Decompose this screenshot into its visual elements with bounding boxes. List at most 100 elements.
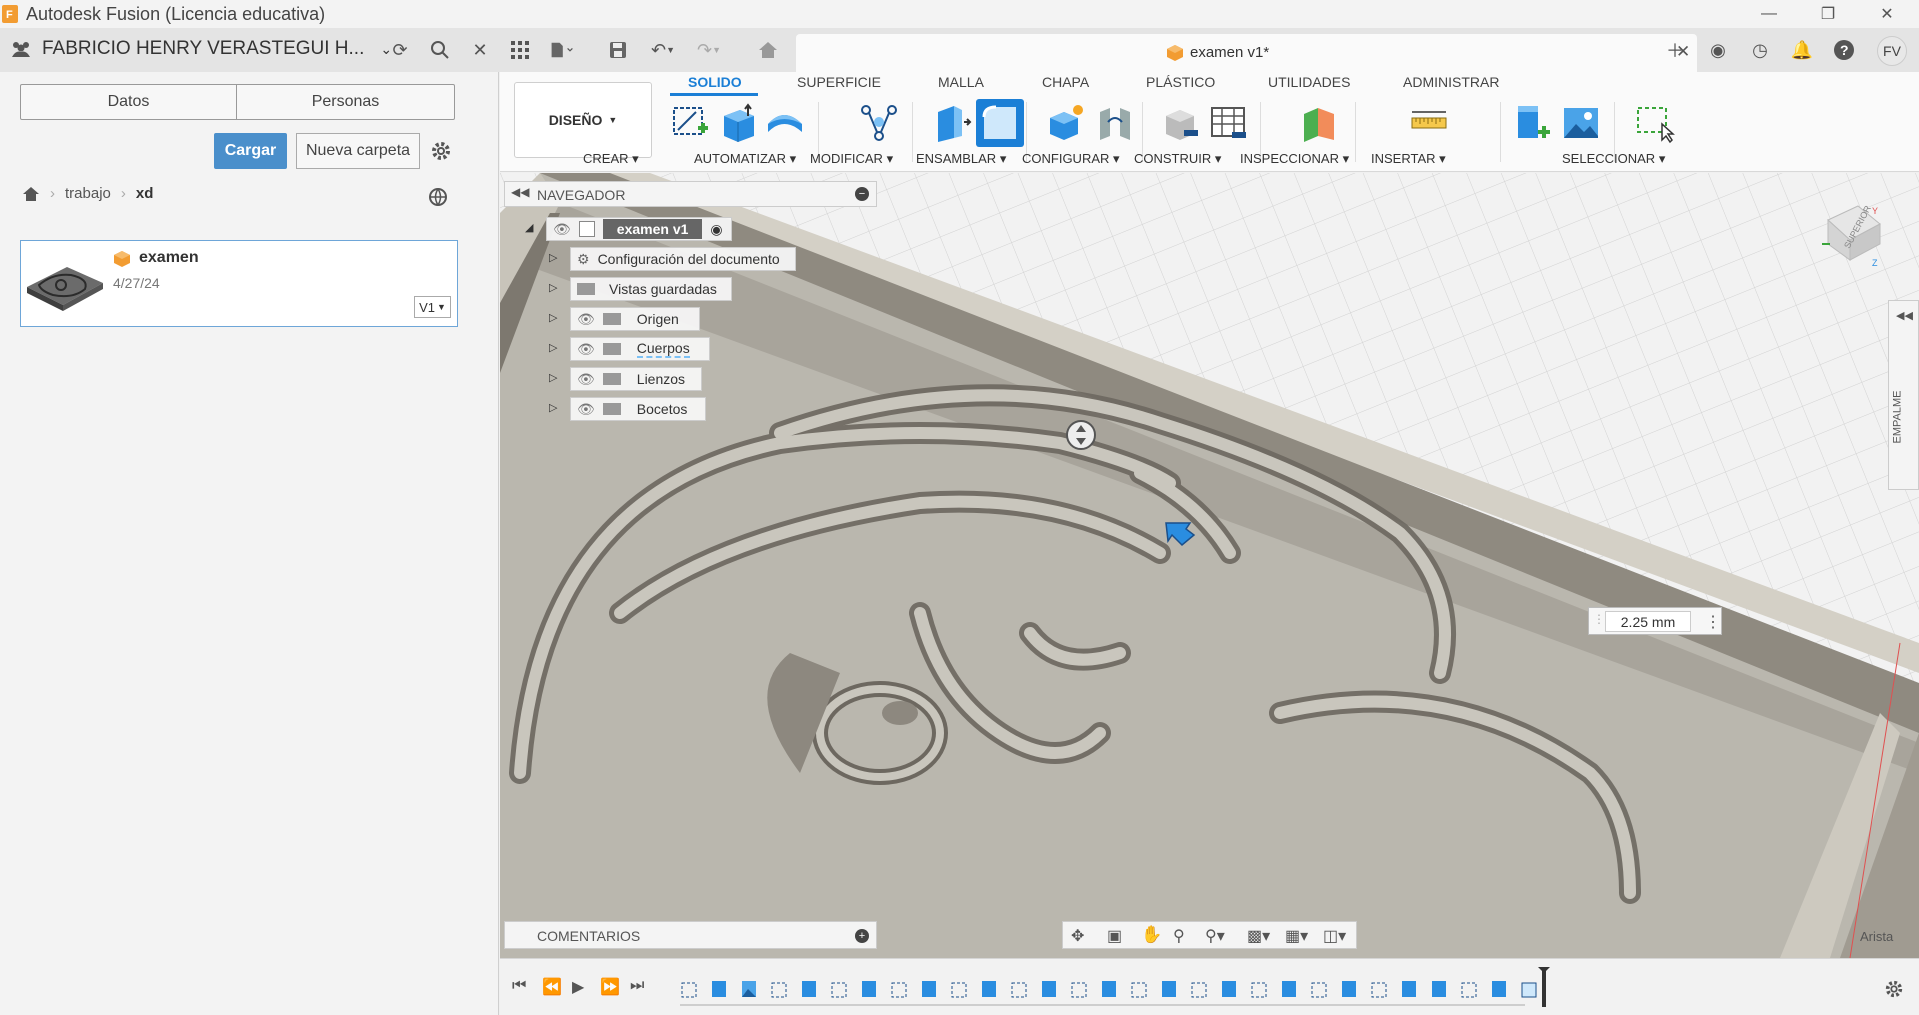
select-icon[interactable] xyxy=(1634,102,1676,144)
close-panel-icon[interactable]: ✕ xyxy=(468,38,492,62)
expand-icon[interactable]: ▷ xyxy=(549,281,557,294)
browser-item-bodies[interactable]: 👁 Cuerpos xyxy=(570,337,710,361)
group-ensamblar[interactable]: ENSAMBLAR ▾ xyxy=(916,151,1006,167)
document-tab[interactable]: examen v1* ✕ xyxy=(796,34,1697,72)
home-icon[interactable] xyxy=(22,186,40,202)
extrude-icon[interactable] xyxy=(718,102,760,144)
group-crear[interactable]: CREAR ▾ xyxy=(583,151,639,167)
zoom-icon[interactable]: ⚲ xyxy=(1173,926,1185,946)
drag-handle-icon[interactable]: ⋮ xyxy=(1593,612,1605,626)
redo-icon[interactable]: ↷ ▼ xyxy=(692,38,726,62)
browser-item-sketches[interactable]: 👁 Bocetos xyxy=(570,397,706,421)
expand-icon[interactable]: ▷ xyxy=(549,371,557,384)
undo-icon[interactable]: ↶ ▼ xyxy=(646,38,680,62)
create-sketch-icon[interactable] xyxy=(670,102,712,144)
file-menu-icon[interactable] xyxy=(550,38,574,62)
group-construir[interactable]: CONSTRUIR ▾ xyxy=(1134,151,1221,167)
step-back-icon[interactable]: ⏪ xyxy=(542,977,562,997)
add-comment-icon[interactable]: + xyxy=(855,929,869,943)
job-status-icon[interactable]: ◷ xyxy=(1748,38,1772,62)
minimize-icon[interactable]: — xyxy=(1740,0,1798,28)
browser-panel-header[interactable]: ◀◀ NAVEGADOR − xyxy=(504,181,877,207)
insert-derive-icon[interactable] xyxy=(1512,102,1554,144)
browser-root[interactable]: 👁 examen v1 ◉ xyxy=(546,217,732,241)
file-card[interactable]: examen 4/27/24 V1 ▼ xyxy=(20,240,458,327)
refresh-icon[interactable]: ⟳ xyxy=(388,38,412,62)
grid-menu-icon[interactable] xyxy=(508,38,532,62)
version-dropdown[interactable]: V1 ▼ xyxy=(414,296,451,318)
fit-icon[interactable]: ⚲▾ xyxy=(1205,926,1225,946)
browser-item-config[interactable]: ⚙ Configuración del documento xyxy=(570,247,796,271)
tab-malla[interactable]: MALLA xyxy=(938,74,984,90)
tab-utilidades[interactable]: UTILIDADES xyxy=(1268,74,1350,90)
viewcube[interactable]: Y Z SUPERIOR xyxy=(1818,200,1884,266)
expand-icon[interactable]: ▷ xyxy=(549,251,557,264)
breadcrumb-item-xd[interactable]: xd xyxy=(136,185,154,202)
browser-item-origin[interactable]: 👁 Origen xyxy=(570,307,700,331)
web-share-icon[interactable] xyxy=(428,187,450,207)
tab-datos[interactable]: Datos xyxy=(20,84,237,120)
eye-icon[interactable]: 👁 xyxy=(553,221,571,238)
activate-radio-icon[interactable]: ◉ xyxy=(710,221,722,238)
eye-icon[interactable]: 👁 xyxy=(577,341,595,358)
minimize-browser-icon[interactable]: − xyxy=(855,187,869,201)
step-forward-icon[interactable]: ⏩ xyxy=(600,977,620,997)
fillet-tool-active[interactable] xyxy=(976,99,1024,147)
construct-plane-icon[interactable] xyxy=(1298,102,1340,144)
close-window-icon[interactable]: ✕ xyxy=(1858,0,1916,28)
press-pull-icon[interactable] xyxy=(930,102,972,144)
tab-chapa[interactable]: CHAPA xyxy=(1042,74,1089,90)
group-modificar[interactable]: MODIFICAR ▾ xyxy=(810,151,893,167)
more-options-icon[interactable]: ⋮ xyxy=(1705,612,1721,632)
collapse-browser-icon[interactable]: ◀◀ xyxy=(511,185,529,199)
display-settings-icon[interactable]: ▩▾ xyxy=(1247,926,1270,946)
pan-icon[interactable]: ✋ xyxy=(1141,925,1162,945)
timeline-features[interactable] xyxy=(680,967,1550,1009)
help-icon[interactable]: ? xyxy=(1832,38,1856,62)
configure-icon[interactable] xyxy=(1160,102,1202,144)
group-automatizar[interactable]: AUTOMATIZAR ▾ xyxy=(694,151,796,167)
go-to-end-icon[interactable]: ⏭ xyxy=(630,977,644,995)
breadcrumb-item-trabajo[interactable]: trabajo xyxy=(65,185,111,202)
group-inspeccionar[interactable]: INSPECCIONAR ▾ xyxy=(1240,151,1349,167)
expand-panel-icon[interactable]: ◀◀ xyxy=(1896,309,1913,322)
insert-image-icon[interactable] xyxy=(1560,102,1602,144)
expand-icon[interactable]: ▷ xyxy=(549,401,557,414)
browser-item-saved-views[interactable]: Vistas guardadas xyxy=(570,277,732,301)
browser-item-canvases[interactable]: 👁 Lienzos xyxy=(570,367,702,391)
notifications-icon[interactable]: 🔔 xyxy=(1790,38,1814,62)
team-selector[interactable]: FABRICIO HENRY VERASTEGUI H... ⌄ xyxy=(10,38,392,60)
play-icon[interactable]: ▶ xyxy=(572,977,584,997)
new-tab-icon[interactable]: ＋ xyxy=(1663,38,1687,62)
upload-button[interactable]: Cargar xyxy=(214,133,287,169)
save-icon[interactable] xyxy=(606,38,630,62)
restore-icon[interactable]: ❐ xyxy=(1799,0,1857,28)
go-to-start-icon[interactable]: ⏮ xyxy=(512,977,526,995)
fillet-command-panel-tab[interactable]: ◀◀ EMPALME xyxy=(1888,300,1919,490)
tab-personas[interactable]: Personas xyxy=(237,84,455,120)
orbit-icon[interactable]: ✥ xyxy=(1071,926,1084,946)
eye-icon[interactable]: 👁 xyxy=(577,311,595,328)
look-at-icon[interactable]: ▣ xyxy=(1107,926,1122,946)
grid-settings-icon[interactable]: ▦▾ xyxy=(1285,926,1308,946)
comments-panel[interactable]: COMENTARIOS + xyxy=(504,921,877,949)
group-seleccionar[interactable]: SELECCIONAR ▾ xyxy=(1562,151,1665,167)
fillet-radius-input[interactable]: 2.25 mm xyxy=(1605,611,1691,632)
group-configurar[interactable]: CONFIGURAR ▾ xyxy=(1022,151,1120,167)
joint-icon[interactable] xyxy=(1094,102,1136,144)
expand-icon[interactable]: ▷ xyxy=(549,341,557,354)
measure-icon[interactable] xyxy=(1408,102,1450,144)
user-avatar[interactable]: FV xyxy=(1877,36,1907,66)
eye-icon[interactable]: 👁 xyxy=(577,371,595,388)
automate-icon[interactable] xyxy=(858,102,900,144)
timeline-settings-gear-icon[interactable] xyxy=(1884,979,1904,999)
settings-gear-icon[interactable] xyxy=(430,140,452,162)
group-insertar[interactable]: INSERTAR ▾ xyxy=(1371,151,1446,167)
tab-solido[interactable]: SOLIDO xyxy=(688,74,742,90)
new-folder-button[interactable]: Nueva carpeta xyxy=(296,133,420,169)
viewports-icon[interactable]: ◫▾ xyxy=(1323,926,1346,946)
tab-superficie[interactable]: SUPERFICIE xyxy=(797,74,881,90)
tab-administrar[interactable]: ADMINISTRAR xyxy=(1403,74,1499,90)
revolve-icon[interactable] xyxy=(764,102,806,144)
eye-icon[interactable]: 👁 xyxy=(577,401,595,418)
